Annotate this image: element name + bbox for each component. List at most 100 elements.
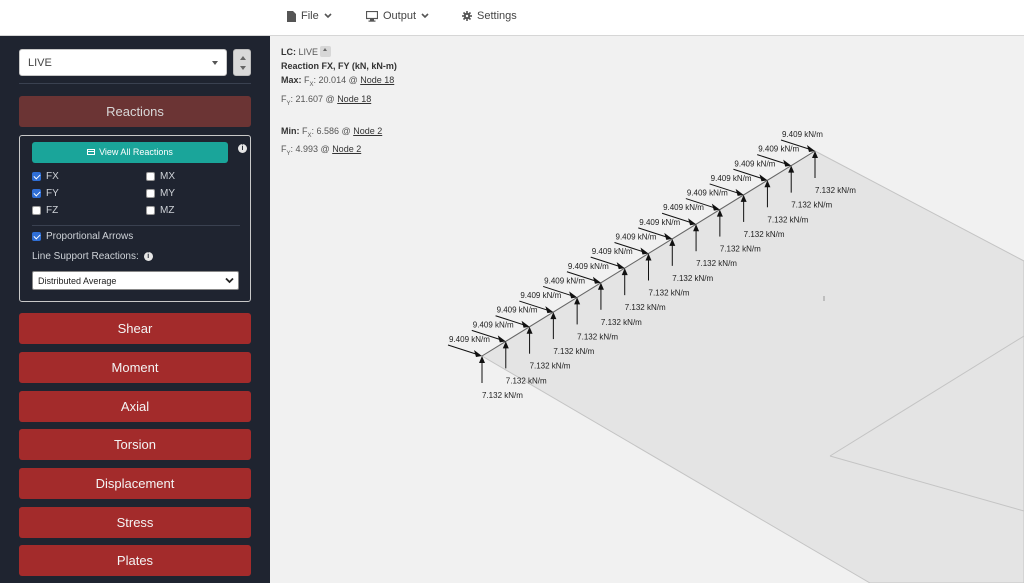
- fy-label: 7.132 kN/m: [767, 215, 808, 224]
- settings-menu[interactable]: Settings: [462, 10, 517, 22]
- fx-label: 9.409 kN/m: [639, 218, 680, 227]
- view-all-reactions-button[interactable]: View All Reactions: [32, 142, 228, 163]
- checkbox-box[interactable]: [146, 189, 155, 198]
- checkbox-box[interactable]: [32, 232, 41, 241]
- checkbox-label: FY: [46, 188, 59, 199]
- checkbox-label: MX: [160, 171, 175, 182]
- fy-label: 7.132 kN/m: [577, 332, 618, 341]
- fx-label: 9.409 kN/m: [568, 262, 609, 271]
- reaction-title-text: Reaction FX, FY (kN, kN-m): [281, 61, 397, 71]
- fy-label: 7.132 kN/m: [553, 347, 594, 356]
- min-fy-value: : 4.993 @: [290, 144, 333, 155]
- fx-arrow-head: [688, 218, 697, 226]
- checkbox-fx[interactable]: FX: [32, 171, 59, 182]
- checkbox-fy[interactable]: FY: [32, 188, 59, 199]
- 3d-viewport[interactable]: 9.409 kN/m 7.132 kN/m 9.409 kN/m 7.132 kN/m…: [270, 36, 1024, 583]
- chevron-down-icon: [324, 13, 332, 19]
- chevron-down-icon: [421, 13, 429, 19]
- moment-button[interactable]: Moment: [19, 352, 251, 383]
- min-fx-node-link[interactable]: Node 2: [353, 126, 382, 136]
- displacement-button[interactable]: Displacement: [19, 468, 251, 499]
- checkbox-box[interactable]: [32, 206, 41, 215]
- fx-label: 9.409 kN/m: [473, 320, 514, 329]
- line-support-reactions-label: Line Support Reactions: i: [32, 251, 153, 262]
- output-menu[interactable]: Output: [366, 10, 429, 22]
- checkbox-box[interactable]: [146, 206, 155, 215]
- line-support-label-text: Line Support Reactions:: [32, 251, 139, 262]
- sidebar: LIVE Reactions View All Reactions i FX F…: [0, 36, 270, 583]
- shear-button[interactable]: Shear: [19, 313, 251, 344]
- gear-icon: [462, 11, 472, 21]
- fy-label: 7.132 kN/m: [601, 318, 642, 327]
- min-fy-row: FY: 4.993 @ Node 2: [281, 142, 397, 161]
- load-case-value: LIVE: [28, 57, 52, 69]
- line-support-value: Distributed Average: [38, 276, 117, 286]
- fx-label: 9.409 kN/m: [616, 233, 657, 242]
- line-support-reactions-select[interactable]: Distributed Average: [32, 271, 239, 290]
- info-icon[interactable]: i: [238, 144, 247, 153]
- fy-label: 7.132 kN/m: [744, 230, 785, 239]
- lc-row: LC: LIVE: [281, 45, 397, 59]
- divider: [19, 83, 251, 84]
- fx-arrow-head: [592, 276, 601, 284]
- checkbox-box[interactable]: [32, 189, 41, 198]
- load-case-stepper[interactable]: [233, 49, 251, 76]
- info-icon[interactable]: i: [143, 252, 153, 261]
- fx-label: 9.409 kN/m: [520, 291, 561, 300]
- fx-arrow-head: [735, 188, 744, 196]
- load-case-select[interactable]: LIVE: [19, 49, 227, 76]
- torsion-button[interactable]: Torsion: [19, 429, 251, 460]
- fx-label: 9.409 kN/m: [592, 247, 633, 256]
- min-label: Min:: [281, 125, 300, 136]
- plates-button[interactable]: Plates: [19, 545, 251, 576]
- fy-label: 7.132 kN/m: [672, 274, 713, 283]
- monitor-icon: [366, 10, 378, 22]
- fx-label: 9.409 kN/m: [782, 130, 823, 139]
- checkbox-mx[interactable]: MX: [146, 171, 175, 182]
- fx-label: 9.409 kN/m: [687, 189, 728, 198]
- fx-label: 9.409 kN/m: [734, 159, 775, 168]
- max-fy-row: FY: 21.607 @ Node 18: [281, 92, 397, 111]
- fx-label: 9.409 kN/m: [663, 203, 704, 212]
- checkbox-mz[interactable]: MZ: [146, 205, 174, 216]
- top-menu-bar: File Output Settings: [0, 0, 1024, 36]
- output-menu-label: Output: [383, 10, 417, 22]
- fy-label: 7.132 kN/m: [625, 303, 666, 312]
- table-icon: [87, 149, 96, 155]
- checkbox-box[interactable]: [32, 172, 41, 181]
- divider: [32, 225, 240, 226]
- checkbox-label: MZ: [160, 205, 175, 216]
- min-fx-row: Min: FX: 6.586 @ Node 2: [281, 124, 397, 143]
- lc-toggle-icon[interactable]: [320, 46, 332, 57]
- reactions-panel: View All Reactions i FX FY FZ MX MY MZ P…: [19, 135, 251, 302]
- fx-label: 9.409 kN/m: [711, 174, 752, 183]
- max-fx-node-link[interactable]: Node 18: [360, 75, 394, 85]
- checkbox-proportional-arrows[interactable]: Proportional Arrows: [32, 231, 133, 242]
- reactions-button[interactable]: Reactions: [19, 96, 251, 127]
- min-fy-node-link[interactable]: Node 2: [332, 144, 361, 154]
- arrow-down-icon[interactable]: [240, 66, 246, 70]
- fx-arrow-head: [711, 203, 720, 211]
- min-fx-value: : 6.586 @: [311, 125, 354, 136]
- checkbox-box[interactable]: [146, 172, 155, 181]
- max-fy-node-link[interactable]: Node 18: [337, 94, 371, 104]
- fy-label: 7.132 kN/m: [815, 186, 856, 195]
- checkbox-fz[interactable]: FZ: [32, 205, 58, 216]
- checkbox-my[interactable]: MY: [146, 188, 175, 199]
- max-fx-row: Max: FX: 20.014 @ Node 18: [281, 73, 397, 92]
- max-fy-value: : 21.607 @: [290, 93, 338, 104]
- axial-button[interactable]: Axial: [19, 391, 251, 422]
- lc-label: LC:: [281, 47, 296, 57]
- results-info: LC: LIVE Reaction FX, FY (kN, kN-m) Max:…: [281, 45, 397, 161]
- file-menu[interactable]: File: [287, 10, 332, 22]
- stress-button[interactable]: Stress: [19, 507, 251, 538]
- max-fx-value: : 20.014 @: [313, 75, 361, 85]
- fy-label: 7.132 kN/m: [696, 259, 737, 268]
- fx-label: 9.409 kN/m: [497, 306, 538, 315]
- arrow-up-icon[interactable]: [240, 56, 246, 60]
- max-label: Max:: [281, 75, 302, 85]
- file-menu-label: File: [301, 10, 319, 22]
- chevron-down-icon: [225, 277, 234, 284]
- fy-label: 7.132 kN/m: [506, 376, 547, 385]
